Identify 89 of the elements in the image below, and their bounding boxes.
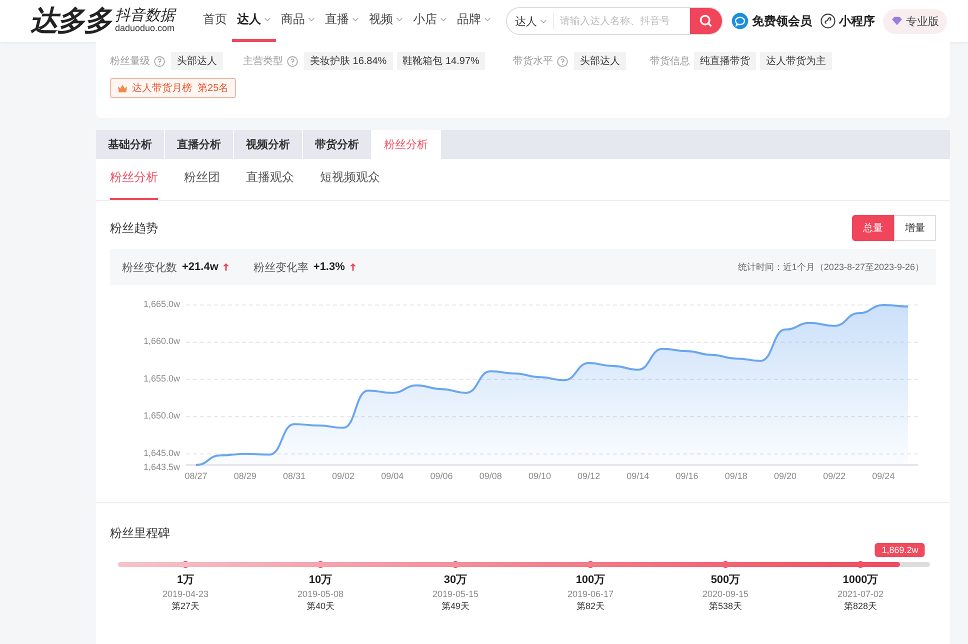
help-icon[interactable]: [154, 56, 165, 66]
field-label: 主营类型: [243, 54, 283, 68]
y-axis-label: 1,645.0w: [143, 448, 180, 458]
tag: 头部达人: [574, 52, 626, 70]
milestone-day: 第538天: [708, 600, 742, 612]
x-axis-label: 09/08: [479, 471, 502, 481]
link-icon: [820, 13, 836, 29]
nav-item[interactable]: 视频: [364, 0, 408, 42]
milestone-day: 第828天: [844, 600, 878, 612]
milestone-day: 第82天: [576, 600, 604, 612]
pro-version-button[interactable]: 专业版: [883, 8, 947, 34]
milestone-label: 30万: [444, 573, 468, 588]
milestone-day: 第49天: [441, 600, 470, 612]
milestone-date: 2021-07-02: [837, 588, 884, 600]
milestone-label: 1万: [176, 573, 194, 588]
x-axis-label: 09/04: [381, 471, 404, 481]
x-axis-label: 09/12: [578, 471, 600, 481]
search-icon: [699, 14, 713, 28]
sub-tab[interactable]: 粉丝团: [184, 159, 220, 200]
logo[interactable]: 达多多: [30, 2, 111, 40]
chat-bubble-icon: [731, 12, 749, 30]
caret-icon: [540, 18, 547, 24]
stat-label: 粉丝变化数: [122, 260, 177, 274]
x-axis-label: 09/22: [823, 471, 846, 481]
stat-value: +1.3%: [313, 261, 345, 273]
help-icon[interactable]: [287, 56, 298, 66]
nav-item[interactable]: 直播: [320, 0, 364, 42]
milestone-date: 2019-05-15: [432, 588, 479, 600]
x-axis-label: 09/18: [724, 471, 748, 481]
y-axis-label: 1,665.0w: [143, 299, 180, 309]
sub-tab[interactable]: 直播观众: [246, 159, 294, 200]
period-text: 统计时间：近1个月（2023-8-27至2023-9-26）: [738, 260, 924, 274]
x-axis-label: 08/27: [184, 471, 208, 481]
rank-badge[interactable]: 达人带货月榜 第25名: [110, 78, 236, 98]
milestone-label: 1000万: [842, 573, 878, 588]
x-axis-label: 08/31: [282, 471, 306, 481]
up-arrow-icon: [350, 263, 356, 271]
milestone-label: 500万: [710, 573, 740, 588]
x-axis-label: 09/10: [528, 471, 551, 481]
x-axis-label: 09/16: [676, 471, 698, 481]
x-axis-label: 09/24: [872, 471, 895, 481]
sub-tab[interactable]: 粉丝分析: [110, 159, 158, 200]
milestone-label: 10万: [308, 573, 332, 588]
y-axis-label: 1,643.5w: [143, 462, 180, 472]
tab[interactable]: 粉丝分析: [372, 130, 441, 159]
milestone-label: 100万: [576, 573, 606, 588]
x-axis-label: 09/20: [774, 471, 796, 481]
logo-subtitle: 抖音数据: [115, 8, 175, 24]
milestone-date: 2019-05-08: [297, 588, 344, 600]
toggle-button[interactable]: 增量: [894, 215, 936, 241]
toggle-button[interactable]: 总量: [852, 215, 894, 241]
nav-item[interactable]: 首页: [198, 0, 232, 42]
sub-tab[interactable]: 短视频观众: [320, 159, 380, 200]
tag: 头部达人: [171, 52, 223, 70]
y-axis-label: 1,650.0w: [143, 410, 180, 421]
search-button[interactable]: [690, 8, 722, 34]
tag: 鞋靴箱包 14.97%: [396, 52, 486, 70]
up-arrow-icon: [223, 263, 230, 271]
x-axis-label: 09/14: [626, 471, 650, 481]
logo-domain: daduoduo.com: [115, 24, 175, 34]
nav-item[interactable]: 小店: [408, 0, 452, 42]
help-icon[interactable]: [557, 56, 568, 66]
milestone-date: 2019-06-17: [567, 588, 614, 600]
milestone-date: 2020-09-15: [702, 588, 749, 600]
y-axis-label: 1,655.0w: [143, 373, 180, 384]
y-axis-label: 1,660.0w: [143, 336, 180, 346]
tag: 达人带货为主: [760, 52, 832, 70]
milestone-day: 第27天: [171, 600, 200, 612]
field-label: 带货信息: [650, 54, 690, 68]
milestone-date: 2019-04-23: [162, 588, 209, 600]
x-axis-label: 09/02: [332, 471, 355, 481]
section-title: 粉丝趋势: [110, 220, 158, 236]
diamond-icon: [891, 16, 903, 26]
x-axis-label: 09/06: [430, 471, 453, 481]
stat-label: 粉丝变化率: [253, 260, 308, 274]
field-label: 带货水平: [513, 54, 553, 68]
crown-icon: [117, 84, 128, 92]
current-value-tooltip: 1,869.2w: [874, 543, 926, 557]
milestone-day: 第40天: [306, 600, 334, 612]
tag: 美妆护肤 16.84%: [304, 52, 393, 70]
stat-value: +21.4w: [182, 261, 218, 273]
nav-item[interactable]: 商品: [276, 0, 320, 42]
tag: 纯直播带货: [694, 52, 756, 70]
mini-program-link[interactable]: 小程序: [820, 12, 875, 30]
free-member-link[interactable]: 免费领会员: [731, 12, 812, 30]
x-axis-label: 08/29: [234, 471, 256, 481]
nav-item[interactable]: 品牌: [452, 0, 496, 42]
section-title: 粉丝里程碑: [110, 525, 171, 542]
field-label: 粉丝量级: [110, 54, 150, 68]
